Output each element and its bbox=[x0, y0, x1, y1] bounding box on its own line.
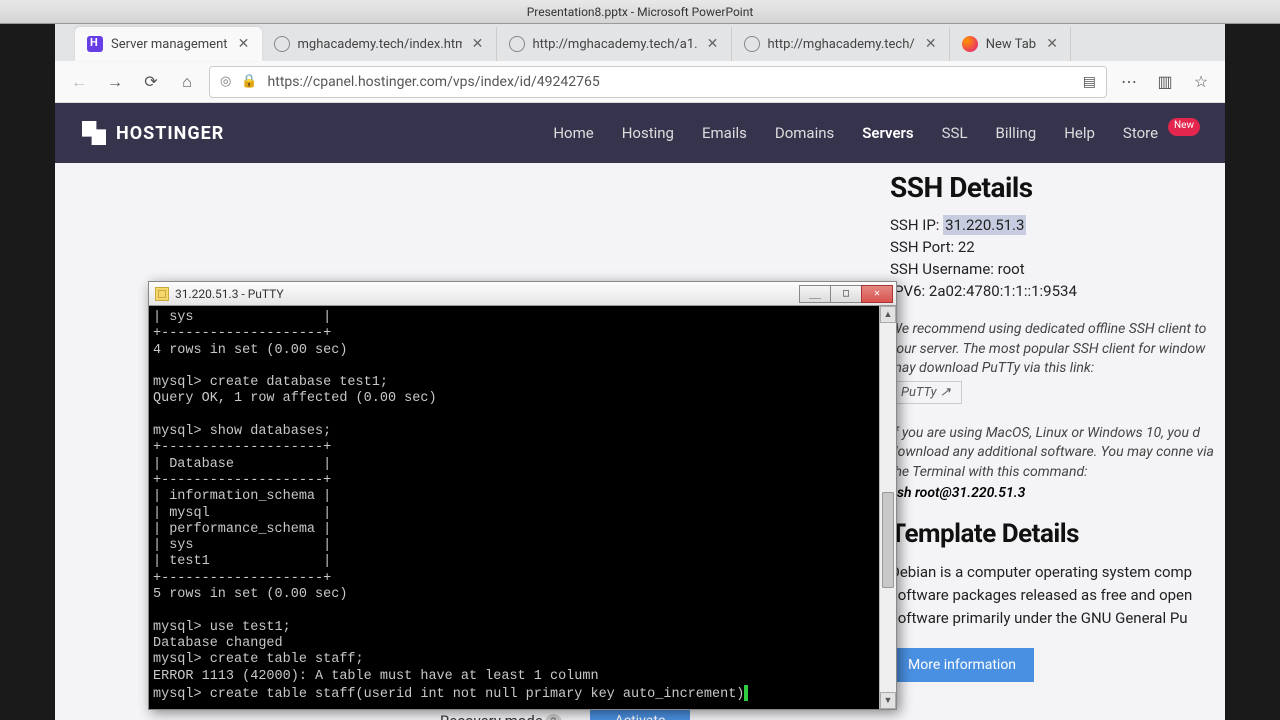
new-badge: New bbox=[1168, 118, 1200, 136]
ssh-ipv6-row: IPV6: 2a02:4780:1:1::1:9534 bbox=[890, 282, 1221, 300]
ssh-user-row: SSH Username: root bbox=[890, 260, 1221, 278]
browser-tab[interactable]: http://mghacademy.tech/ ✕ bbox=[732, 27, 950, 61]
tab-close-icon[interactable]: ✕ bbox=[236, 36, 252, 52]
putty-download-link[interactable]: PuTTy ↗ bbox=[890, 381, 962, 404]
nav-link-ssl[interactable]: SSL bbox=[942, 124, 968, 142]
recovery-mode-label: Recovery mode? bbox=[440, 712, 570, 720]
tab-strip: Server management✕mghacademy.tech/index.… bbox=[55, 24, 1225, 61]
browser-tab[interactable]: http://mghacademy.tech/a1.ht ✕ bbox=[497, 27, 732, 61]
globe-favicon-icon bbox=[274, 36, 290, 52]
nav-link-hosting[interactable]: Hosting bbox=[622, 124, 674, 142]
nav-link-billing[interactable]: Billing bbox=[996, 124, 1037, 142]
template-details-heading: Template Details bbox=[890, 519, 1221, 549]
tab-close-icon[interactable]: ✕ bbox=[1044, 36, 1060, 52]
ssh-recommend-text-2: If you are using MacOS, Linux or Windows… bbox=[890, 424, 1221, 483]
ssh-ip-row: SSH IP: 31.220.51.3 bbox=[890, 216, 1221, 234]
more-information-button[interactable]: More information bbox=[890, 648, 1034, 682]
globe-favicon-icon bbox=[509, 36, 525, 52]
nav-reload-button[interactable]: ⟳ bbox=[137, 68, 165, 96]
logo-mark-icon bbox=[80, 119, 108, 147]
ssh-details-heading: SSH Details bbox=[890, 171, 1221, 204]
firefox-favicon-icon bbox=[962, 36, 978, 52]
close-button[interactable]: ✕ bbox=[861, 285, 893, 303]
page-actions-icon[interactable]: ⋯ bbox=[1115, 68, 1143, 96]
url-bar[interactable]: ◎ 🔒 https://cpanel.hostinger.com/vps/ind… bbox=[209, 66, 1107, 98]
putty-window[interactable]: 31.220.51.3 - PuTTY __ □ ✕ | sys | +----… bbox=[148, 281, 897, 710]
tab-title: mghacademy.tech/index.html bbox=[298, 37, 462, 52]
tab-close-icon[interactable]: ✕ bbox=[923, 36, 939, 52]
sidebar-details: SSH Details SSH IP: 31.220.51.3 SSH Port… bbox=[890, 171, 1225, 682]
reader-mode-icon[interactable]: ▤ bbox=[1083, 74, 1096, 90]
ssh-command: ssh root@31.220.51.3 bbox=[890, 485, 1221, 501]
nav-home-button[interactable]: ⌂ bbox=[173, 68, 201, 96]
nav-back-button[interactable]: ← bbox=[65, 68, 93, 96]
minimize-button[interactable]: __ bbox=[799, 285, 831, 303]
lock-icon: 🔒 bbox=[241, 74, 257, 89]
nav-link-emails[interactable]: Emails bbox=[702, 124, 747, 142]
browser-window: Server management✕mghacademy.tech/index.… bbox=[55, 24, 1225, 720]
tab-close-icon[interactable]: ✕ bbox=[705, 36, 721, 52]
bookmark-star-icon[interactable]: ☆ bbox=[1187, 68, 1215, 96]
ssh-port-row: SSH Port: 22 bbox=[890, 238, 1221, 256]
help-icon[interactable]: ? bbox=[545, 714, 562, 720]
nav-link-home[interactable]: Home bbox=[553, 124, 593, 142]
scroll-down-arrow-icon[interactable]: ▼ bbox=[880, 692, 896, 709]
terminal-cursor bbox=[744, 685, 747, 701]
tab-close-icon[interactable]: ✕ bbox=[470, 36, 486, 52]
putty-titlebar[interactable]: 31.220.51.3 - PuTTY __ □ ✕ bbox=[149, 282, 896, 306]
browser-tab[interactable]: Server management ✕ bbox=[75, 27, 262, 61]
library-icon[interactable]: ▥ bbox=[1151, 68, 1179, 96]
os-window-title: Presentation8.pptx - Microsoft PowerPoin… bbox=[0, 0, 1280, 24]
maximize-button[interactable]: □ bbox=[830, 285, 862, 303]
scroll-thumb[interactable] bbox=[882, 492, 894, 588]
site-header: HOSTINGER Home Hosting Emails Domains Server… bbox=[55, 103, 1225, 163]
terminal-output[interactable]: | sys | +--------------------+ 4 rows in… bbox=[153, 310, 896, 705]
hostinger-logo[interactable]: HOSTINGER bbox=[80, 119, 224, 147]
nav-link-store[interactable]: Store bbox=[1123, 124, 1158, 142]
ssh-ip-value[interactable]: 31.220.51.3 bbox=[943, 215, 1026, 235]
tracking-shield-icon: ◎ bbox=[220, 74, 231, 89]
url-text: https://cpanel.hostinger.com/vps/index/i… bbox=[268, 74, 1073, 90]
nav-link-help[interactable]: Help bbox=[1064, 124, 1095, 142]
tab-title: http://mghacademy.tech/a1.ht bbox=[533, 37, 697, 52]
browser-tab[interactable]: New Tab ✕ bbox=[950, 27, 1071, 61]
tab-title: Server management bbox=[111, 37, 228, 52]
nav-link-domains[interactable]: Domains bbox=[775, 124, 834, 142]
template-description: Debian is a computer operating system co… bbox=[890, 561, 1221, 631]
terminal-scrollbar[interactable]: ▲ ▼ bbox=[879, 306, 896, 709]
nav-forward-button[interactable]: → bbox=[101, 68, 129, 96]
toolbar: ← → ⟳ ⌂ ◎ 🔒 https://cpanel.hostinger.com… bbox=[55, 61, 1225, 103]
page-content: HOSTINGER Home Hosting Emails Domains Server… bbox=[55, 103, 1225, 720]
scroll-up-arrow-icon[interactable]: ▲ bbox=[880, 306, 896, 323]
browser-tab[interactable]: mghacademy.tech/index.html ✕ bbox=[262, 27, 497, 61]
logo-text: HOSTINGER bbox=[116, 123, 224, 144]
primary-nav: Home Hosting Emails Domains Servers SSL Billin… bbox=[553, 124, 1200, 142]
tab-title: http://mghacademy.tech/ bbox=[768, 37, 915, 52]
globe-favicon-icon bbox=[744, 36, 760, 52]
ssh-recommend-text: We recommend using dedicated offline SSH… bbox=[890, 320, 1221, 379]
putty-title-text: 31.220.51.3 - PuTTY bbox=[175, 287, 284, 301]
tab-title: New Tab bbox=[986, 37, 1036, 52]
hostinger-favicon-icon bbox=[87, 36, 103, 52]
putty-icon bbox=[155, 287, 169, 301]
nav-link-servers[interactable]: Servers bbox=[862, 124, 913, 142]
